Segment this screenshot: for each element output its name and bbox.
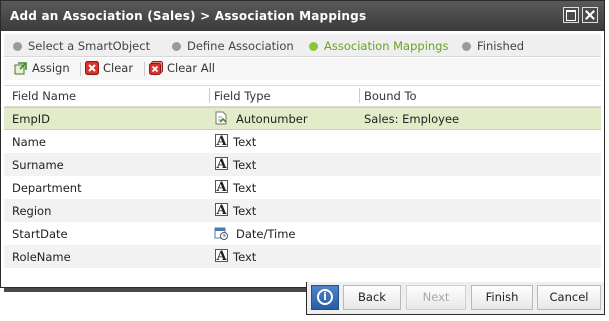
field-type: Text <box>233 181 257 195</box>
footer-bar: i Back Next Finish Cancel <box>306 282 605 315</box>
close-button[interactable] <box>582 7 598 23</box>
finish-button[interactable]: Finish <box>471 285 533 310</box>
field-name: EmpID <box>12 112 51 126</box>
cancel-button[interactable]: Cancel <box>537 285 601 310</box>
column-header-bound-to[interactable]: Bound To <box>364 89 417 103</box>
clear-all-button[interactable]: Clear All <box>149 61 215 75</box>
toolbar: Assign Clear Clear All <box>4 58 601 80</box>
toolbar-separator <box>144 62 145 76</box>
step-dot-active-icon <box>309 42 318 51</box>
field-name: Name <box>12 135 46 149</box>
field-type: Autonumber <box>236 112 308 126</box>
toolbar-separator <box>80 62 81 76</box>
text-icon: A <box>215 180 228 195</box>
column-header-field-type[interactable]: Field Type <box>214 89 271 103</box>
autonumber-icon <box>215 111 227 125</box>
back-button[interactable]: Back <box>343 285 401 310</box>
info-button[interactable]: i <box>311 285 339 310</box>
step-dot-icon <box>172 42 181 51</box>
text-icon: A <box>215 134 228 149</box>
step-define-association[interactable]: Define Association <box>172 39 294 53</box>
mappings-grid: Field Name Field Type Bound To EmpID Aut… <box>4 85 601 268</box>
assign-button[interactable]: Assign <box>14 61 70 75</box>
clear-all-icon <box>149 61 163 75</box>
datetime-icon <box>214 227 228 240</box>
step-finished[interactable]: Finished <box>462 39 524 53</box>
dialog-shadow <box>4 288 306 292</box>
field-name: Region <box>12 204 52 218</box>
clear-icon <box>85 61 99 75</box>
grid-header: Field Name Field Type Bound To <box>4 85 601 107</box>
text-icon: A <box>215 157 228 172</box>
bound-to: Sales: Employee <box>364 112 460 126</box>
wizard-steps: Select a SmartObject Define Association … <box>4 34 601 57</box>
field-name: RoleName <box>12 250 71 264</box>
column-header-field-name[interactable]: Field Name <box>12 89 76 103</box>
assign-icon <box>14 62 27 75</box>
field-type: Text <box>233 158 257 172</box>
table-row[interactable]: Name A Text <box>4 130 601 153</box>
field-type: Text <box>233 135 257 149</box>
window-title: Add an Association (Sales) > Association… <box>10 9 367 23</box>
next-button[interactable]: Next <box>406 285 466 310</box>
field-name: Surname <box>12 158 64 172</box>
table-row[interactable]: EmpID Autonumber Sales: Employee <box>4 107 601 130</box>
table-row[interactable]: Region A Text <box>4 199 601 222</box>
field-name: StartDate <box>12 227 68 241</box>
field-type: Text <box>233 204 257 218</box>
step-dot-icon <box>13 42 22 51</box>
maximize-button[interactable] <box>563 7 579 23</box>
column-divider[interactable] <box>359 88 360 103</box>
field-type: Date/Time <box>236 227 296 241</box>
table-row[interactable]: RoleName A Text <box>4 245 601 268</box>
table-row[interactable]: Surname A Text <box>4 153 601 176</box>
column-divider[interactable] <box>209 88 210 103</box>
text-icon: A <box>215 203 228 218</box>
text-icon: A <box>215 249 228 264</box>
step-dot-icon <box>462 42 471 51</box>
title-bar: Add an Association (Sales) > Association… <box>1 1 604 31</box>
field-name: Department <box>12 181 82 195</box>
clear-button[interactable]: Clear <box>85 61 133 75</box>
table-row[interactable]: StartDate Date/Time <box>4 222 601 245</box>
step-select-smartobject[interactable]: Select a SmartObject <box>13 39 150 53</box>
dialog-window: Add an Association (Sales) > Association… <box>0 0 605 288</box>
field-type: Text <box>233 250 257 264</box>
info-icon: i <box>317 289 333 305</box>
step-association-mappings[interactable]: Association Mappings <box>309 39 448 53</box>
table-row[interactable]: Department A Text <box>4 176 601 199</box>
